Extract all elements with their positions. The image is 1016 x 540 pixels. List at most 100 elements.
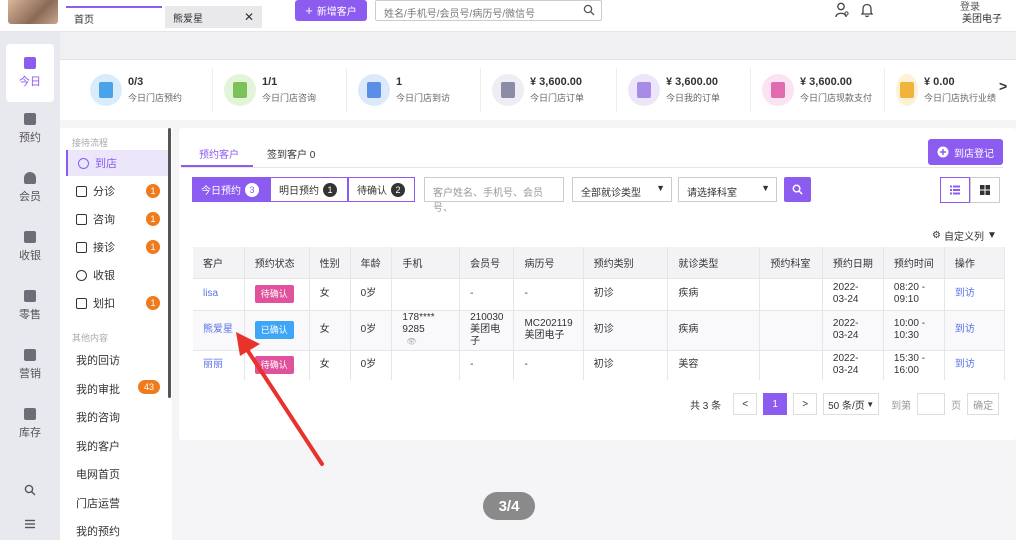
goto-page-input[interactable] <box>917 393 946 415</box>
section-heading: 接待流程 <box>72 138 109 148</box>
rail-item-retail[interactable]: 零售 <box>0 277 60 335</box>
section-heading: 其他内容 <box>72 333 109 343</box>
stat-card[interactable]: 1 今日门店到访 <box>358 70 450 110</box>
chat-icon <box>76 213 87 225</box>
stat-card[interactable]: ¥ 3,600.00 今日门店订单 <box>492 70 584 110</box>
page-button[interactable]: 1 <box>763 393 788 415</box>
search-button[interactable] <box>784 177 811 202</box>
chevron-down-icon: ▼ <box>866 399 875 409</box>
cell-action[interactable]: 到访 <box>944 309 1006 350</box>
search-icon[interactable] <box>583 4 595 16</box>
customer-search-input[interactable]: 客户姓名、手机号、会员号、 <box>424 177 564 214</box>
stat-card[interactable]: ¥ 3,600.00 今日门店现款支付 <box>762 70 872 110</box>
column-header: 就诊类型 <box>667 247 761 278</box>
rail-item-inventory[interactable]: 库存 <box>0 395 60 453</box>
tab-home[interactable]: 首页 <box>66 6 162 28</box>
stat-icon-bg <box>358 74 390 106</box>
stat-value: ¥ 3,600.00 <box>530 76 582 88</box>
prev-page-button[interactable]: < <box>733 393 758 415</box>
status-badge: 待确认 <box>254 285 294 303</box>
avatar[interactable] <box>8 0 58 24</box>
subnav-label: 我的预约 <box>76 526 120 538</box>
triage-icon <box>76 185 87 197</box>
cell-action[interactable]: 到访 <box>944 277 1006 310</box>
segment-label: 待确认 <box>357 186 387 197</box>
divider <box>884 68 885 112</box>
divider <box>616 68 617 112</box>
subnav-item[interactable]: 到店 <box>66 150 168 176</box>
search-icon[interactable] <box>24 484 36 496</box>
cell-name[interactable]: lisa <box>193 277 245 310</box>
user-icon[interactable] <box>835 2 849 18</box>
page-indicator: 3/4 <box>483 492 535 520</box>
cell-date: 2022-03-24 <box>822 309 884 350</box>
close-icon[interactable]: ✕ <box>244 10 254 24</box>
subnav-item[interactable]: 接诊 1 <box>66 234 168 260</box>
tab-bar <box>60 32 1016 60</box>
annotation-arrow <box>236 332 324 466</box>
inventory-icon <box>24 408 36 420</box>
tab-label: 熊爱星 <box>173 13 203 25</box>
search-placeholder: 姓名/手机号/会员号/病历号/微信号 <box>384 9 536 20</box>
cell-category: 初诊 <box>583 349 669 380</box>
rail-item-marketing[interactable]: 营销 <box>0 336 60 394</box>
order-icon <box>637 82 651 98</box>
calendar-icon <box>24 113 36 125</box>
subnav-item[interactable]: 我的审批 43 <box>76 379 166 397</box>
rail-item-cashier[interactable]: 收银 <box>0 218 60 276</box>
page-size-select[interactable]: 50 条/页 ▼ <box>823 393 880 415</box>
tab-patient[interactable]: 熊爱星 ✕ <box>165 6 262 28</box>
rail-label: 今日 <box>19 76 41 88</box>
cell-dept <box>759 349 823 380</box>
table-row[interactable]: lisa 待确认女 0岁 - - 初诊 疾病 2022-03-24 08:20 - 09:10 到… <box>193 277 1006 310</box>
eye-icon[interactable]: 👁 <box>406 337 416 346</box>
custom-columns-button[interactable]: ⚙ 自定义列 ▼ <box>932 228 997 243</box>
tab-booked-customers[interactable]: 预约客户 <box>199 146 239 161</box>
subnav-item[interactable]: 我的回访 <box>76 352 166 368</box>
subnav-item[interactable]: 电网首页 <box>76 466 166 482</box>
visit-type-select[interactable]: 全部就诊类型 ▼ <box>572 177 672 202</box>
department-select[interactable]: 请选择科室 ▼ <box>678 177 777 202</box>
chevron-right-icon[interactable]: > <box>999 78 1007 94</box>
rail-item-member[interactable]: 会员 <box>0 159 60 217</box>
scrollbar[interactable] <box>168 128 171 398</box>
stat-card[interactable]: ¥ 0.00 今日门店执行业绩 <box>896 70 996 110</box>
column-header: 预约时间 <box>883 247 945 278</box>
subnav-item[interactable]: 门店运营 <box>76 495 166 511</box>
bell-icon[interactable] <box>860 2 874 18</box>
stat-card[interactable]: 0/3 今日门店预约 <box>90 70 182 110</box>
subnav-item[interactable]: 我的客户 <box>76 438 166 454</box>
stat-value: ¥ 3,600.00 <box>666 76 718 88</box>
subnav-item[interactable]: 划扣 1 <box>66 290 168 316</box>
divider <box>750 68 751 112</box>
next-page-button[interactable]: > <box>793 393 818 415</box>
cell-record: MC202119美团电子 <box>513 309 584 350</box>
store-name[interactable]: 美团电子 <box>962 10 1002 25</box>
subnav-item[interactable]: 咨询 1 <box>66 206 168 232</box>
menu-icon[interactable] <box>24 518 36 530</box>
segment-today[interactable]: 今日预约 3 <box>192 177 270 202</box>
subnav-item[interactable]: 我的预约 <box>76 523 166 539</box>
yen-icon <box>76 269 87 281</box>
tab-checked-in-customers[interactable]: 签到客户 0 <box>267 146 315 161</box>
grid-view-button[interactable] <box>970 177 1000 203</box>
global-search-input[interactable]: 姓名/手机号/会员号/病历号/微信号 <box>375 0 602 21</box>
cell-action[interactable]: 到访 <box>944 349 1006 380</box>
cell-visit: 疾病 <box>667 309 761 350</box>
subnav-label: 电网首页 <box>76 469 120 481</box>
stat-card[interactable]: 1/1 今日门店咨询 <box>224 70 316 110</box>
add-customer-button[interactable]: + 新增客户 <box>295 0 367 21</box>
segment-pending[interactable]: 待确认 2 <box>348 177 415 202</box>
column-header: 会员号 <box>459 247 515 278</box>
stat-card[interactable]: ¥ 3,600.00 今日我的订单 <box>628 70 720 110</box>
checkin-button[interactable]: 到店登记 <box>928 139 1003 165</box>
subnav-item[interactable]: 收银 <box>66 262 168 288</box>
cell-member: - <box>459 349 515 380</box>
subnav-item[interactable]: 我的咨询 <box>76 409 166 425</box>
rail-item-today[interactable]: 今日 <box>6 44 54 102</box>
rail-item-appointment[interactable]: 预约 <box>0 100 60 158</box>
subnav-item[interactable]: 分诊 1 <box>66 178 168 204</box>
list-view-button[interactable] <box>940 177 970 203</box>
goto-confirm-button[interactable]: 确定 <box>967 393 1000 415</box>
segment-tomorrow[interactable]: 明日预约 1 <box>270 177 348 202</box>
